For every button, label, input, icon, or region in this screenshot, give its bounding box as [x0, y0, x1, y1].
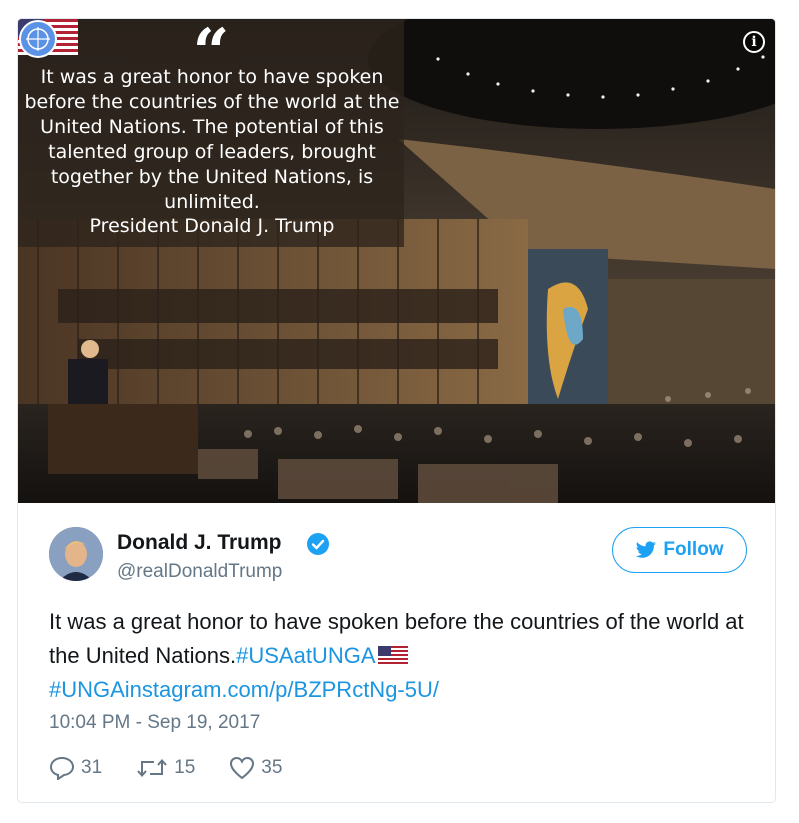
- like-count: 35: [261, 757, 283, 778]
- tweet-timestamp[interactable]: 10:04 PM - Sep 19, 2017: [49, 712, 260, 734]
- quote-author: President Donald J. Trump: [89, 215, 335, 237]
- author-handle[interactable]: @realDonaldTrump: [117, 561, 282, 583]
- twitter-bird-icon: [636, 541, 657, 558]
- un-emblem-icon: [19, 20, 57, 58]
- tweet-actions: 31 15 35: [49, 756, 316, 780]
- reply-button[interactable]: 31: [49, 756, 102, 780]
- tweet-media-image[interactable]: “ It was a great honor to have spoken be…: [18, 19, 775, 503]
- hashtag-usaatunga[interactable]: #USAatUNGA: [236, 643, 375, 668]
- follow-label: Follow: [663, 539, 724, 560]
- retweet-button[interactable]: 15: [136, 757, 195, 779]
- us-flag-emoji-icon: [377, 646, 408, 666]
- reply-count: 31: [81, 757, 103, 778]
- profile-photo: [49, 527, 103, 581]
- retweet-count: 15: [174, 757, 196, 778]
- verified-badge-icon: [307, 533, 329, 555]
- retweet-icon: [137, 758, 167, 778]
- heart-icon: [230, 756, 255, 780]
- avatar[interactable]: [49, 527, 103, 581]
- author-name[interactable]: Donald J. Trump: [117, 531, 282, 555]
- tweet-text: It was a great honor to have spoken befo…: [49, 605, 749, 707]
- reply-icon: [49, 756, 75, 780]
- follow-button[interactable]: Follow: [612, 527, 747, 573]
- tweet-card: “ It was a great honor to have spoken be…: [17, 18, 776, 803]
- info-icon[interactable]: i: [743, 31, 765, 53]
- hashtag-unga[interactable]: #UNGA: [49, 677, 125, 702]
- quote-text: It was a great honor to have spoken befo…: [24, 66, 400, 213]
- instagram-link[interactable]: instagram.com/p/BZPRctNg-5U/: [125, 677, 439, 702]
- like-button[interactable]: 35: [229, 756, 282, 780]
